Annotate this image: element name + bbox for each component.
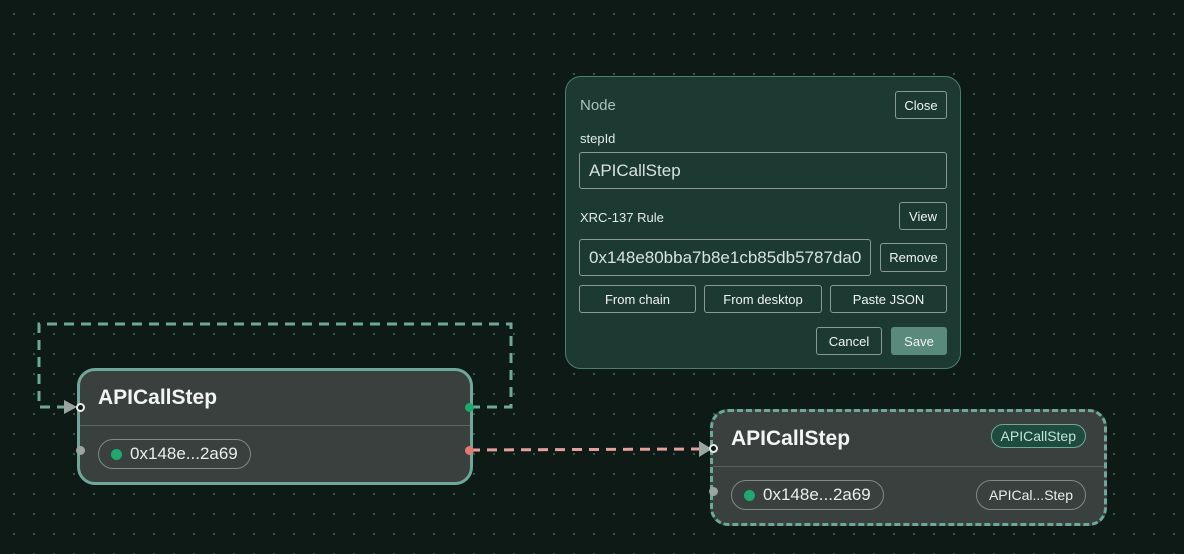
rule-input-handle[interactable] xyxy=(709,487,718,496)
rule-label: XRC-137 Rule xyxy=(580,210,664,225)
node-body: 0x148e...2a69 xyxy=(80,426,470,482)
node-header: APICallStep APICallStep xyxy=(713,412,1104,467)
paste-json-button[interactable]: Paste JSON xyxy=(830,285,947,313)
status-dot-icon xyxy=(744,489,755,501)
output-handle-success[interactable] xyxy=(465,403,474,412)
input-handle[interactable] xyxy=(709,444,718,453)
node-apicallstep-1[interactable]: APICallStep 0x148e...2a69 xyxy=(77,368,473,485)
rule-chip-label: 0x148e...2a69 xyxy=(763,485,871,504)
output-handle-failure[interactable] xyxy=(465,446,474,455)
node-header: APICallStep xyxy=(80,371,470,426)
rule-chip-label: 0x148e...2a69 xyxy=(130,444,238,463)
node-title: APICallStep xyxy=(98,386,218,409)
view-button[interactable]: View xyxy=(899,202,947,230)
rule-chip[interactable]: 0x148e...2a69 xyxy=(731,480,884,510)
node-editor-panel: Node Close stepId APICallStep XRC-137 Ru… xyxy=(565,76,961,369)
cancel-button[interactable]: Cancel xyxy=(816,327,882,355)
rule-address-input[interactable]: 0x148e80bba7b8e1cb85db5787da0 xyxy=(579,239,871,276)
step-type-badge: APICallStep xyxy=(990,424,1086,448)
from-chain-button[interactable]: From chain xyxy=(579,285,696,313)
node-title: APICallStep xyxy=(731,427,851,450)
connection-edge[interactable] xyxy=(469,447,701,452)
save-button[interactable]: Save xyxy=(891,327,947,355)
rule-chip[interactable]: 0x148e...2a69 xyxy=(98,439,251,469)
close-button[interactable]: Close xyxy=(895,91,947,119)
remove-button[interactable]: Remove xyxy=(880,243,947,272)
step-id-label: stepId xyxy=(580,131,616,146)
rule-input-handle[interactable] xyxy=(76,446,85,455)
step-id-input[interactable]: APICallStep xyxy=(579,152,947,189)
from-desktop-button[interactable]: From desktop xyxy=(704,285,822,313)
status-dot-icon xyxy=(111,448,122,460)
input-handle[interactable] xyxy=(76,403,85,412)
node-body: 0x148e...2a69 APICal...Step xyxy=(713,467,1104,523)
node-apicallstep-2[interactable]: APICallStep APICallStep 0x148e...2a69 AP… xyxy=(710,409,1107,526)
step-tag-button[interactable]: APICal...Step xyxy=(975,480,1086,510)
panel-title: Node xyxy=(580,97,616,114)
